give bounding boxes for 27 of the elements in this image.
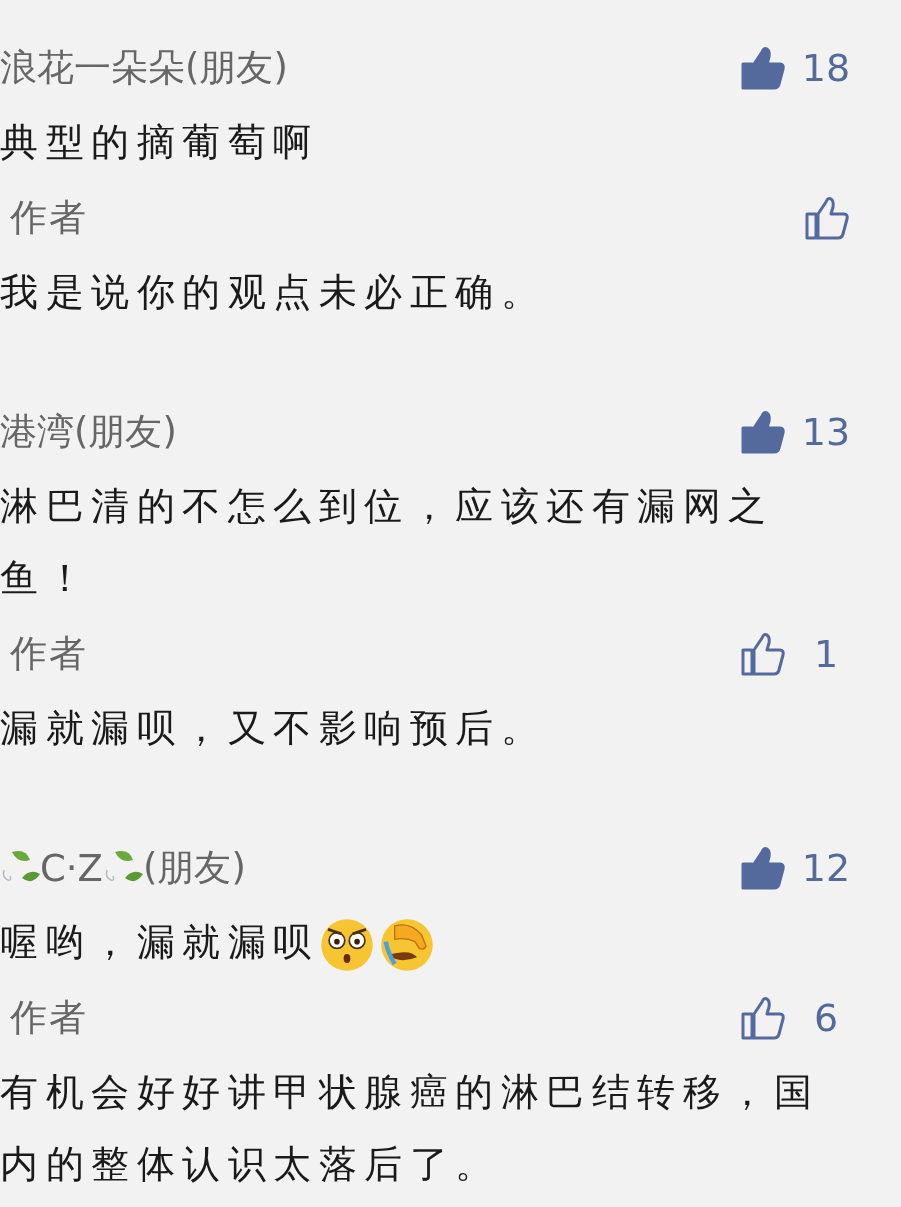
reply-text: 有机会好好讲甲状腺癌的淋巴结转移，国内的整体认识太落后了。	[0, 1070, 819, 1186]
like-button[interactable]: 18	[739, 44, 851, 92]
reply-text: 漏就漏呗，又不影响预后。	[0, 706, 546, 750]
comment-text: 淋巴清的不怎么到位，应该还有漏网之鱼！	[0, 484, 774, 600]
thumbs-up-icon	[803, 194, 851, 242]
author-label: 作者	[9, 631, 88, 677]
shocked-face-icon	[318, 916, 375, 973]
thumbs-up-filled-icon	[739, 844, 787, 892]
commenter-name: 港湾(朋友)	[0, 409, 177, 455]
comment-text: 典型的摘葡萄啊	[0, 120, 319, 164]
facepalm-face-icon	[378, 916, 435, 973]
like-button[interactable]: 1	[739, 630, 851, 678]
like-button[interactable]: 13	[739, 408, 851, 456]
like-button[interactable]: 12	[739, 844, 851, 892]
like-button[interactable]: 6	[739, 994, 851, 1042]
commenter-name: C·Z	[40, 846, 103, 890]
thumbs-up-icon	[739, 994, 787, 1042]
thumbs-up-icon	[739, 630, 787, 678]
commenter-name: (朋友)	[142, 845, 246, 891]
author-label: 作者	[9, 995, 88, 1041]
comment-text: 喔哟，漏就漏呗	[0, 920, 319, 964]
thumbs-up-filled-icon	[739, 44, 787, 92]
author-label: 作者	[9, 195, 88, 241]
like-button[interactable]	[803, 194, 851, 242]
thumbs-up-filled-icon	[739, 408, 787, 456]
reply-text: 我是说你的观点未必正确。	[0, 270, 546, 314]
commenter-name: 浪花一朵朵(朋友)	[0, 45, 288, 91]
